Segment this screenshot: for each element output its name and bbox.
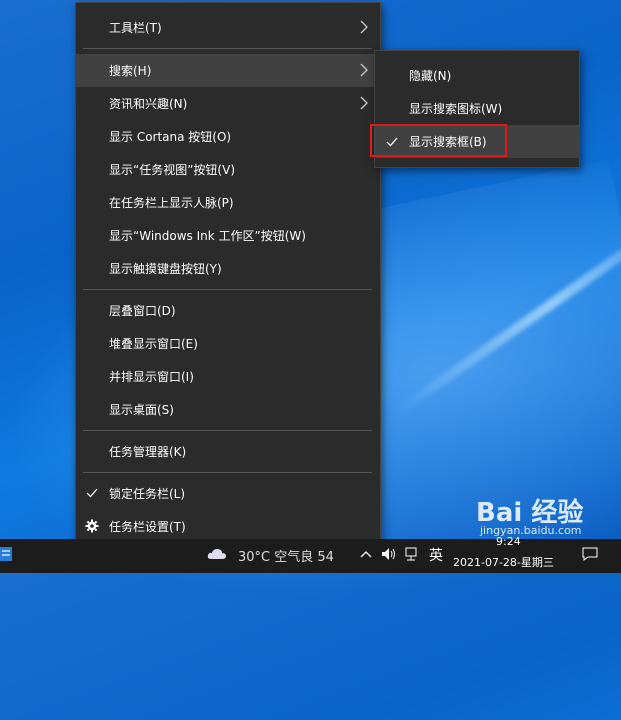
menu-item-show-windows-ink[interactable]: 显示“Windows Ink 工作区”按钮(W) [76, 219, 380, 252]
taskbar: 30°C 空气良 54 英 9:24 2021-07-28-星期三 [0, 535, 621, 573]
menu-separator [83, 48, 372, 49]
menu-item-side-by-side[interactable]: 并排显示窗口(I) [76, 360, 380, 393]
menu-item-news-interests[interactable]: 资讯和兴趣(N) [76, 87, 380, 120]
menu-item-search[interactable]: 搜索(H) [76, 54, 380, 87]
menu-item-label: 搜索(H) [109, 64, 152, 78]
menu-item-label: 资讯和兴趣(N) [109, 97, 188, 111]
menu-item-label: 并排显示窗口(I) [109, 370, 194, 384]
taskbar-context-menu: 工具栏(T) 搜索(H) 资讯和兴趣(N) 显示 Cortana 按钮(O) 显… [75, 2, 381, 550]
network-icon[interactable] [405, 547, 421, 561]
chevron-right-icon [360, 96, 368, 110]
menu-item-label: 堆叠显示窗口(E) [109, 337, 198, 351]
menu-item-toolbars[interactable]: 工具栏(T) [76, 11, 380, 44]
menu-item-show-touch-keyboard[interactable]: 显示触摸键盘按钮(Y) [76, 252, 380, 285]
cloud-icon[interactable] [207, 548, 227, 560]
menu-item-label: 任务栏设置(T) [109, 520, 186, 534]
menu-separator [83, 289, 372, 290]
notification-icon[interactable] [582, 547, 598, 561]
submenu-item-show-search-icon[interactable]: 显示搜索图标(W) [375, 92, 579, 125]
menu-item-label: 显示 Cortana 按钮(O) [109, 130, 232, 144]
menu-item-label: 显示触摸键盘按钮(Y) [109, 262, 222, 276]
menu-item-label: 层叠窗口(D) [109, 304, 176, 318]
submenu-item-label: 显示搜索图标(W) [409, 102, 503, 116]
menu-item-task-manager[interactable]: 任务管理器(K) [76, 435, 380, 468]
menu-item-label: 在任务栏上显示人脉(P) [109, 196, 234, 210]
clock-date[interactable]: 2021-07-28-星期三 [453, 554, 554, 570]
menu-item-show-desktop[interactable]: 显示桌面(S) [76, 393, 380, 426]
menu-item-label: 锁定任务栏(L) [109, 487, 186, 501]
submenu-item-label: 隐藏(N) [409, 69, 452, 83]
chevron-up-icon[interactable] [360, 549, 372, 559]
menu-item-lock-taskbar[interactable]: 锁定任务栏(L) [76, 477, 380, 510]
menu-item-show-people[interactable]: 在任务栏上显示人脉(P) [76, 186, 380, 219]
chevron-right-icon [360, 63, 368, 77]
menu-item-label: 显示桌面(S) [109, 403, 174, 417]
menu-item-label: 工具栏(T) [109, 21, 162, 35]
menu-item-label: 显示“任务视图”按钮(V) [109, 163, 236, 177]
menu-item-label: 显示“Windows Ink 工作区”按钮(W) [109, 229, 306, 243]
ime-indicator[interactable]: 英 [429, 545, 443, 565]
speaker-icon[interactable] [381, 547, 397, 561]
submenu-item-hidden[interactable]: 隐藏(N) [375, 59, 579, 92]
menu-separator [83, 430, 372, 431]
menu-separator [83, 472, 372, 473]
checkmark-icon [86, 488, 98, 498]
weather-text[interactable]: 30°C 空气良 54 [238, 546, 334, 565]
annotation-highlight-box [370, 124, 507, 157]
menu-item-cascade-windows[interactable]: 层叠窗口(D) [76, 294, 380, 327]
chevron-right-icon [360, 20, 368, 34]
gear-icon [85, 519, 99, 533]
watermark-url: jingyan.baidu.com [480, 524, 582, 537]
menu-item-label: 任务管理器(K) [109, 445, 187, 459]
taskbar-app-icon[interactable] [0, 547, 12, 561]
menu-item-stack-windows[interactable]: 堆叠显示窗口(E) [76, 327, 380, 360]
menu-item-show-cortana[interactable]: 显示 Cortana 按钮(O) [76, 120, 380, 153]
menu-item-show-task-view[interactable]: 显示“任务视图”按钮(V) [76, 153, 380, 186]
